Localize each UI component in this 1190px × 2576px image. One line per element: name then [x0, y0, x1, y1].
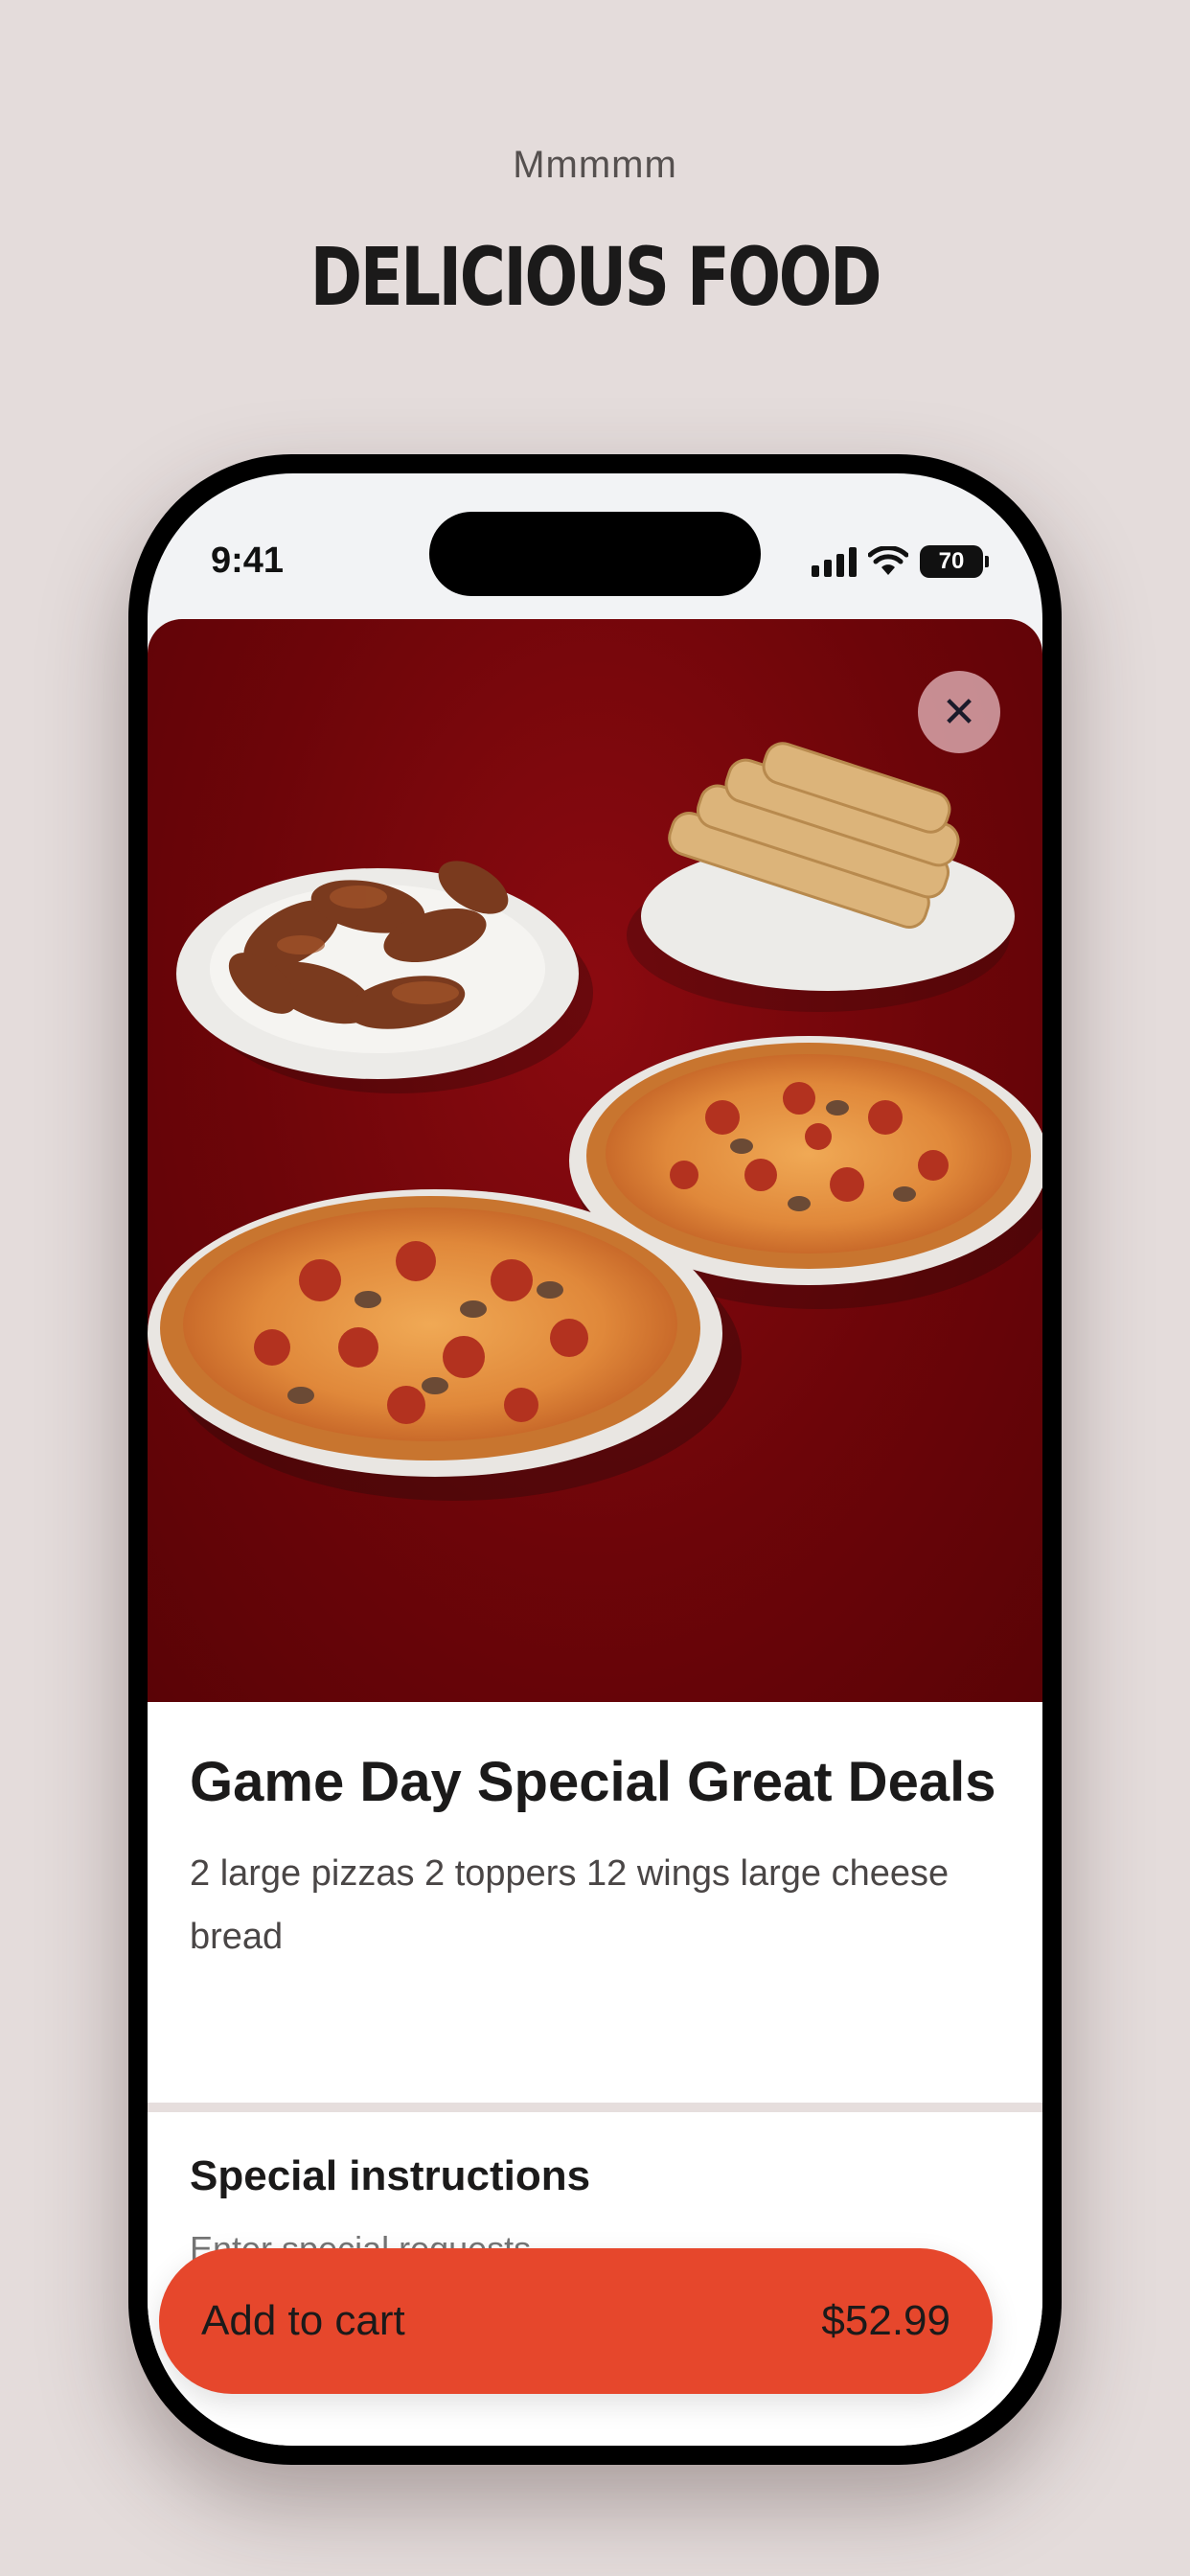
instructions-label: Special instructions	[190, 2152, 591, 2199]
add-to-cart-label: Add to cart	[201, 2297, 405, 2344]
product-info: Game Day Special Great Deals 2 large piz…	[190, 1740, 1000, 1968]
status-time: 9:41	[211, 540, 285, 581]
phone-frame: 9:41 70 ✕ Game Day Special Great Deals 2…	[128, 454, 1062, 2465]
wifi-icon	[868, 546, 908, 575]
section-divider	[148, 2103, 1042, 2112]
header-title: DELICIOUS FOOD	[309, 230, 882, 324]
phone-screen: 9:41 70 ✕ Game Day Special Great Deals 2…	[148, 473, 1042, 2446]
cart-price: $52.99	[821, 2297, 950, 2344]
product-sheet: ✕ Game Day Special Great Deals 2 large p…	[148, 619, 1042, 2446]
status-bar: 9:41 70	[148, 473, 1042, 617]
product-title: Game Day Special Great Deals	[190, 1751, 996, 1813]
close-button[interactable]: ✕	[918, 671, 1000, 753]
status-icons: 70	[812, 542, 989, 581]
signal-icon	[812, 546, 857, 577]
product-image: ✕	[148, 619, 1042, 1702]
food-illustration	[148, 742, 1042, 1501]
add-to-cart-button[interactable]: Add to cart $52.99	[159, 2248, 993, 2394]
header-eyebrow: Mmmmm	[513, 144, 677, 186]
battery-icon: 70	[920, 545, 989, 578]
product-description: 2 large pizzas 2 toppers 12 wings large …	[190, 1853, 950, 1957]
dynamic-island	[429, 512, 761, 596]
close-icon: ✕	[941, 688, 977, 736]
